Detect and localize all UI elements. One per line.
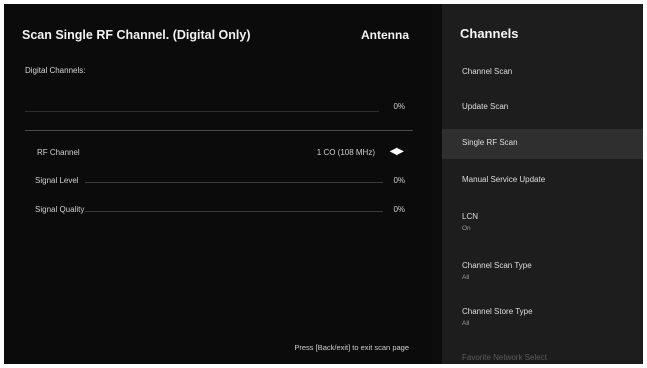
scan-panel: Scan Single RF Channel. (Digital Only) A… (4, 4, 431, 364)
menu-item-value: All (462, 274, 470, 281)
scan-source: Antenna (361, 28, 409, 42)
menu-item-label: Channel Scan Type (462, 261, 532, 270)
menu-item-channel-scan[interactable]: Channel Scan (442, 58, 643, 88)
menu-item-update-scan[interactable]: Update Scan (442, 93, 643, 123)
signal-level-bar (85, 182, 383, 183)
menu-item-label: LCN (462, 212, 479, 221)
menu-item-value: On (462, 225, 471, 232)
digital-channels-label: Digital Channels: (25, 66, 86, 75)
menu-item-label: Channel Store Type (462, 307, 533, 316)
menu-item-label: Favorite Network Select (462, 353, 547, 362)
menu-item-label: Single RF Scan (462, 138, 518, 147)
menu-item-label: Manual Service Update (462, 175, 546, 184)
menu-item-single-rf-scan[interactable]: Single RF Scan (442, 129, 643, 159)
menu-item-channel-scan-type[interactable]: Channel Scan Type All (442, 252, 643, 290)
left-right-arrows-icon[interactable]: ◀▶ (390, 146, 404, 157)
signal-quality-label: Signal Quality (35, 205, 85, 214)
signal-level-value: 0% (393, 176, 405, 185)
menu-item-value: All (462, 320, 470, 327)
signal-quality-value: 0% (393, 205, 405, 214)
tv-screen: Scan Single RF Channel. (Digital Only) A… (4, 4, 643, 364)
exit-hint: Press [Back/exit] to exit scan page (294, 343, 409, 352)
progress-track (25, 111, 379, 112)
signal-level-label: Signal Level (35, 176, 79, 185)
menu-item-label: Channel Scan (462, 67, 513, 76)
menu-item-favorite-network-select[interactable]: Favorite Network Select (442, 344, 643, 364)
channels-menu: Channels Channel Scan Update Scan Single… (442, 4, 643, 364)
divider (25, 130, 413, 131)
scan-title: Scan Single RF Channel. (Digital Only) (22, 28, 251, 42)
menu-item-manual-service-update[interactable]: Manual Service Update (442, 166, 643, 196)
menu-item-channel-store-type[interactable]: Channel Store Type All (442, 298, 643, 336)
rf-channel-label: RF Channel (37, 148, 80, 157)
menu-title: Channels (460, 26, 519, 41)
menu-item-lcn[interactable]: LCN On (442, 203, 643, 241)
signal-quality-bar (85, 211, 383, 212)
rf-channel-value: 1 CO (108 MHz) (316, 148, 375, 157)
menu-item-label: Update Scan (462, 102, 509, 111)
progress-value: 0% (393, 102, 405, 111)
